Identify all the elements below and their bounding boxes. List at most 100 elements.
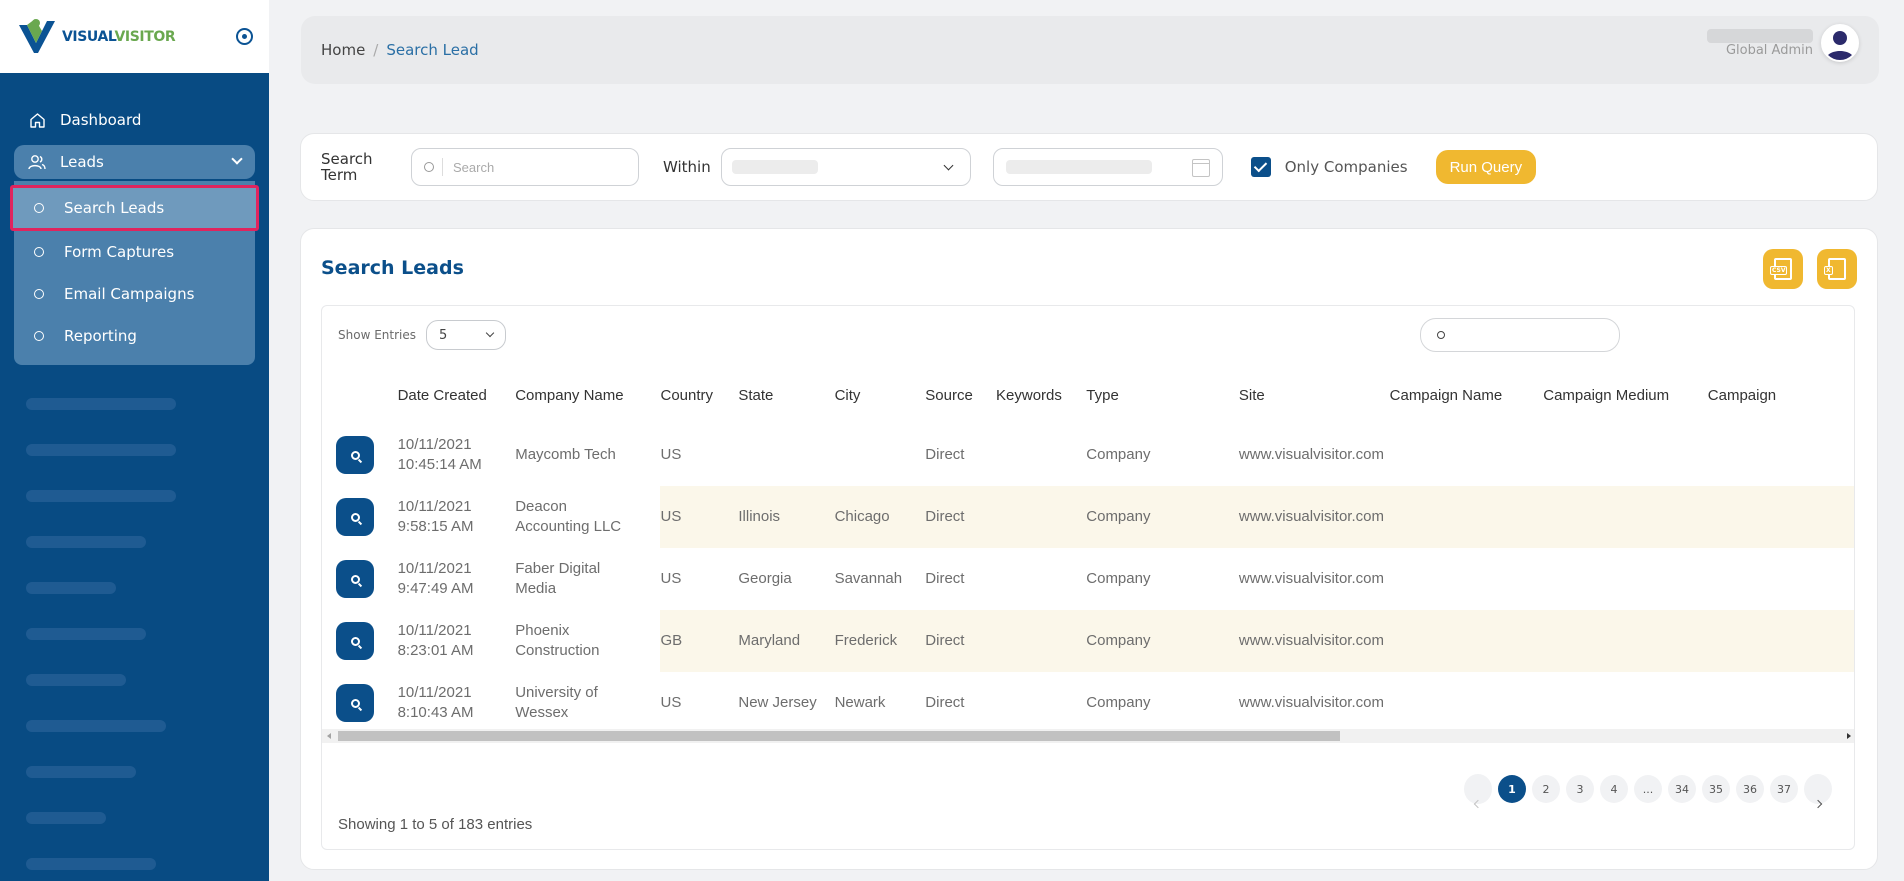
next-page-button[interactable] [1804, 774, 1832, 809]
csv-export-icon: CSV [1770, 258, 1792, 280]
chevron-down-icon [231, 153, 243, 165]
user-role: Global Admin [1725, 42, 1813, 58]
sidebar-item-email-campaigns[interactable]: Email Campaigns [14, 273, 255, 315]
page-button[interactable]: 1 [1498, 775, 1526, 803]
page-button[interactable]: 37 [1770, 775, 1798, 803]
run-query-button[interactable]: Run Query [1435, 150, 1537, 184]
cell-site: www.visualvisitor.com [1238, 610, 1390, 672]
search-term-field[interactable] [411, 148, 639, 186]
sidebar-toggle-icon[interactable] [236, 28, 253, 45]
cell-campaign-medium [1543, 486, 1708, 548]
show-entries-label: Show Entries [338, 328, 416, 342]
sidebar-item-dashboard[interactable]: Dashboard [14, 103, 255, 137]
breadcrumb: Home / Search Lead [321, 41, 479, 59]
sidebar-item-reporting[interactable]: Reporting [14, 315, 255, 357]
cell-keywords [996, 672, 1086, 726]
sidebar-item-label: Leads [60, 153, 104, 171]
sidebar-item-search-leads[interactable]: Search Leads [10, 185, 259, 231]
scroll-left-icon[interactable] [327, 733, 331, 739]
blurred-item [26, 519, 243, 565]
page-button[interactable]: 35 [1702, 775, 1730, 803]
blurred-item [26, 381, 243, 427]
search-icon [1437, 331, 1445, 339]
cell-state: Illinois [738, 486, 835, 548]
search-input[interactable] [453, 159, 613, 175]
cell-city: Frederick [834, 610, 926, 672]
logo[interactable]: VISUALVISITOR [16, 17, 176, 57]
cell-campaign-name [1389, 610, 1544, 672]
scrollbar-thumb[interactable] [338, 731, 1340, 741]
calendar-icon[interactable] [1191, 159, 1210, 177]
cell-city [835, 424, 926, 486]
cell-campaign [1708, 672, 1854, 726]
sidebar-item-form-captures[interactable]: Form Captures [14, 231, 255, 273]
cell-company: Deacon Accounting LLC [515, 486, 660, 548]
column-header[interactable]: Keywords [996, 366, 1086, 424]
only-companies-checkbox[interactable] [1250, 157, 1271, 177]
view-lead-button[interactable] [336, 684, 374, 722]
cell-keywords [996, 486, 1087, 548]
cell-source: Direct [925, 570, 965, 587]
show-entries-select[interactable]: 5 [426, 320, 506, 350]
time-text: 9:58:15 AM [397, 518, 474, 535]
cell-date: 10/11/2021 10:45:14 AM [398, 424, 516, 486]
breadcrumb-home[interactable]: Home [321, 41, 365, 59]
cell-campaign-medium [1543, 548, 1708, 610]
column-header[interactable]: Campaign [1708, 366, 1854, 424]
view-lead-button[interactable] [336, 560, 374, 598]
view-lead-button[interactable] [336, 436, 374, 474]
column-header[interactable]: Date Created [398, 366, 516, 424]
cell-city: Chicago [834, 486, 926, 548]
blurred-item [26, 427, 243, 473]
column-header[interactable]: City [835, 366, 926, 424]
only-companies-label: Only Companies [1284, 158, 1408, 176]
cell-campaign [1707, 610, 1854, 672]
cell-state: Georgia [738, 570, 792, 587]
leads-table: Date Created Company Name Country State … [322, 366, 1854, 726]
sidebar: VISUALVISITOR Dashboard Leads Search Lea… [0, 0, 269, 881]
company-text: Deacon [515, 498, 567, 515]
column-header[interactable]: Company Name [515, 366, 660, 424]
within-select[interactable] [720, 148, 971, 186]
csv-export-button[interactable]: CSV [1763, 249, 1803, 289]
column-header[interactable]: Campaign Medium [1543, 366, 1708, 424]
view-lead-button[interactable] [336, 622, 374, 660]
page-button[interactable]: 4 [1600, 775, 1628, 803]
page-button[interactable]: 34 [1668, 775, 1696, 803]
column-header[interactable]: Country [660, 366, 738, 424]
table-scroll-area[interactable]: Date Created Company Name Country State … [322, 366, 1854, 726]
card-title: Search Leads [321, 257, 464, 279]
horizontal-scrollbar[interactable] [322, 729, 1854, 743]
column-header[interactable]: Source [925, 366, 996, 424]
column-header[interactable]: Campaign Name [1390, 366, 1544, 424]
page-button[interactable]: 2 [1532, 775, 1560, 803]
sidebar-header: VISUALVISITOR [0, 0, 269, 73]
user-menu[interactable]: Global Admin [1707, 24, 1859, 62]
sidebar-item-label: Form Captures [64, 243, 175, 261]
date-range-field[interactable] [992, 148, 1223, 186]
column-header[interactable]: State [738, 366, 834, 424]
company-text-line2: Wessex [515, 704, 569, 721]
avatar[interactable] [1821, 24, 1859, 62]
column-header[interactable]: Type [1086, 366, 1239, 424]
logo-text: VISUALVISITOR [62, 29, 176, 45]
view-lead-button[interactable] [336, 498, 374, 536]
blurred-item [26, 795, 243, 841]
excel-export-button[interactable]: X [1817, 249, 1857, 289]
table-search-input[interactable] [1420, 318, 1620, 352]
search-icon [350, 574, 360, 584]
cell-city: Newark [834, 694, 886, 711]
scroll-right-icon[interactable] [1847, 733, 1851, 739]
page-button[interactable]: 3 [1566, 775, 1594, 803]
user-name-blurred [1707, 28, 1813, 43]
cell-campaign-name [1390, 548, 1544, 610]
cell-date: 10/11/2021 8:10:43 AM [398, 672, 516, 726]
search-term-label: Search Term [321, 150, 373, 184]
sidebar-item-label: Reporting [64, 327, 137, 345]
page-button[interactable]: 36 [1736, 775, 1764, 803]
column-header[interactable]: Site [1239, 366, 1390, 424]
table-row: 10/11/2021 10:45:14 AM Maycomb Tech US Di… [322, 424, 1854, 486]
sidebar-item-leads[interactable]: Leads [14, 145, 255, 179]
table-row: 10/11/2021 8:10:43 AM University of Wessex… [322, 672, 1854, 726]
prev-page-button[interactable] [1464, 774, 1492, 809]
